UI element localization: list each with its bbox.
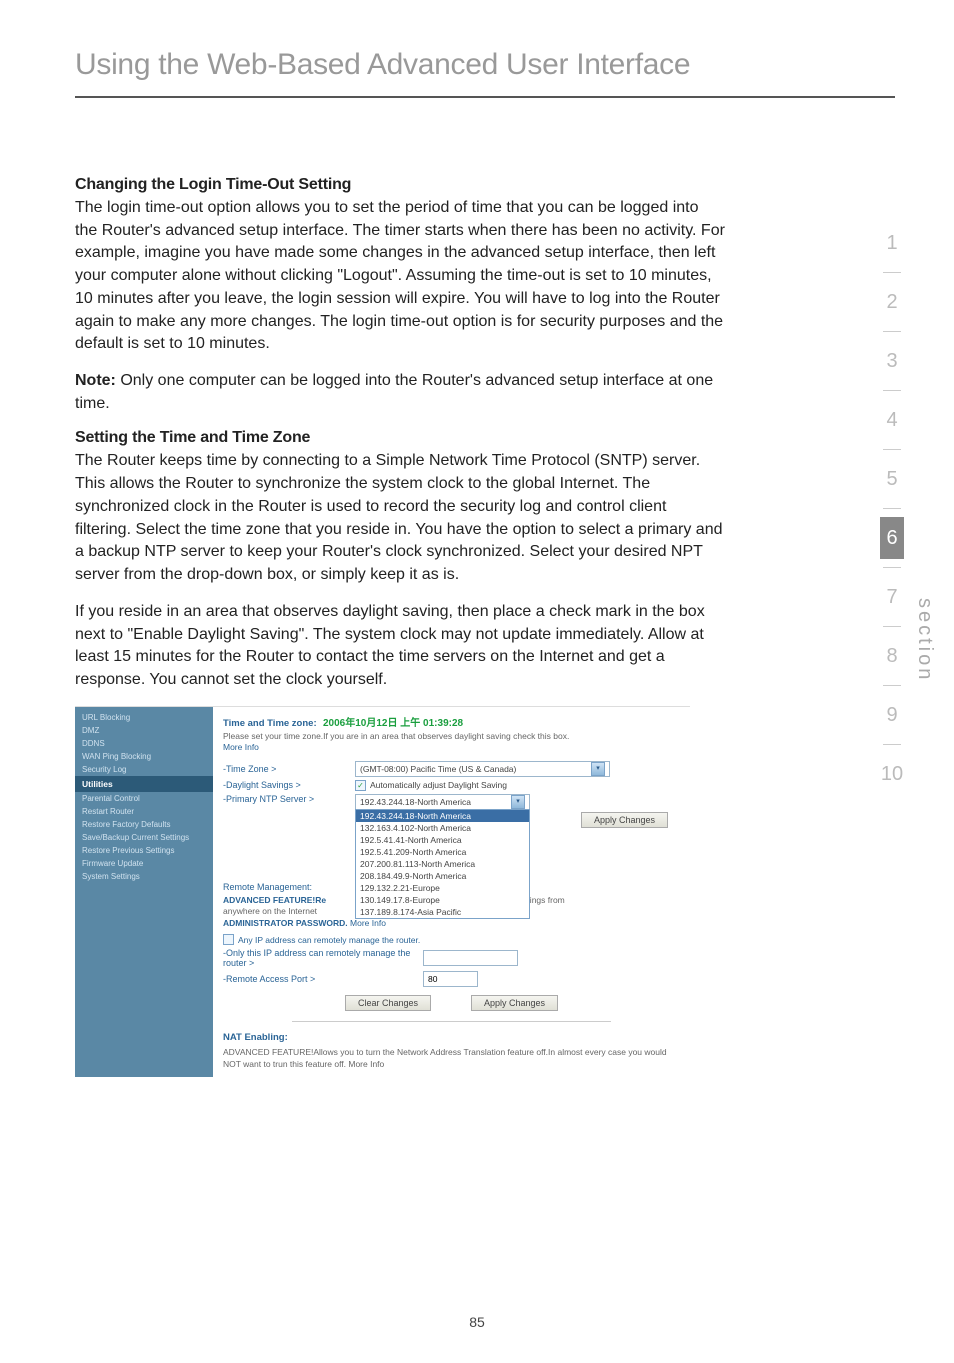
daylight-checkbox[interactable]: ✓ [355,780,366,791]
note: Note: Only one computer can be logged in… [75,370,725,415]
dropdown-option[interactable]: 132.163.4.102-North America [356,822,529,834]
para-login-timeout: The login time-out option allows you to … [75,197,725,356]
section-vertical-label: section [913,598,936,682]
ntp-label: -Primary NTP Server > [223,794,355,804]
any-ip-label: Any IP address can remotely manage the r… [238,935,420,945]
dropdown-option[interactable]: 129.132.2.21-Europe [356,882,529,894]
tab-divider [883,685,901,686]
tab-divider [883,449,901,450]
sidebar-item[interactable]: System Settings [75,870,213,883]
sidebar-item[interactable]: Restore Factory Defaults [75,818,213,831]
sidebar-head-utilities: Utilities [75,776,213,792]
sidebar-item[interactable]: WAN Ping Blocking [75,750,213,763]
section-tab-9[interactable]: 9 [880,694,904,736]
daylight-label: -Daylight Savings > [223,780,355,790]
tab-divider [883,331,901,332]
section-tab-8[interactable]: 8 [880,635,904,677]
remote-port-label: -Remote Access Port > [223,974,423,984]
section-tab-5[interactable]: 5 [880,458,904,500]
dropdown-option[interactable]: 192.5.41.209-North America [356,846,529,858]
tab-divider [883,626,901,627]
router-ui-screenshot: URL Blocking DMZ DDNS WAN Ping Blocking … [75,706,690,1077]
apply-changes-button[interactable]: Apply Changes [581,812,668,828]
section-tab-3[interactable]: 3 [880,340,904,382]
dropdown-option[interactable]: 130.149.17.8-Europe [356,894,529,906]
section-tab-7[interactable]: 7 [880,576,904,618]
tab-divider [883,390,901,391]
remote-port-input[interactable] [423,971,478,987]
page-title: Using the Web-Based Advanced User Interf… [0,0,954,96]
section-tab-6-active[interactable]: 6 [880,517,904,559]
section-tabs: 1 2 3 4 5 6 7 8 9 10 [880,222,904,795]
clear-changes-button[interactable]: Clear Changes [345,995,431,1011]
only-ip-label: -Only this IP address can remotely manag… [223,948,423,968]
sidebar-item[interactable]: Firmware Update [75,857,213,870]
time-desc: Please set your time zone.If you are in … [223,731,680,753]
ntp-selected: 192.43.244.18-North America [360,797,471,807]
para-time-zone-2: If you reside in an area that observes d… [75,601,725,692]
dropdown-option[interactable]: 207.200.81.113-North America [356,858,529,870]
dropdown-option[interactable]: 137.189.8.174-Asia Pacific [356,906,529,918]
apply-changes-button-2[interactable]: Apply Changes [471,995,558,1011]
any-ip-checkbox[interactable]: ✓ [223,934,234,945]
ntp-select[interactable]: 192.43.244.18-North America ▾ [355,794,530,810]
router-sidebar: URL Blocking DMZ DDNS WAN Ping Blocking … [75,707,213,1077]
chevron-down-icon: ▾ [511,795,525,809]
only-ip-input[interactable] [423,950,518,966]
section-tab-4[interactable]: 4 [880,399,904,441]
sidebar-item[interactable]: Restart Router [75,805,213,818]
sidebar-item[interactable]: DDNS [75,737,213,750]
note-text: Only one computer can be logged into the… [75,372,713,412]
section-tab-1[interactable]: 1 [880,222,904,264]
sidebar-item[interactable]: Security Log [75,763,213,776]
note-label: Note: [75,372,116,389]
tab-divider [883,744,901,745]
dropdown-option[interactable]: 192.43.244.18-North America [356,810,529,822]
heading-login-timeout: Changing the Login Time-Out Setting [75,176,725,194]
tab-divider [883,272,901,273]
sidebar-item[interactable]: DMZ [75,724,213,737]
divider [292,1021,612,1022]
sidebar-item[interactable]: Restore Previous Settings [75,844,213,857]
heading-time-zone: Setting the Time and Time Zone [75,429,725,447]
more-info-link-2[interactable]: More Info [350,918,386,928]
nat-text: ADVANCED FEATURE!Allows you to turn the … [223,1047,680,1070]
time-value: 2006年10月12日 上午 01:39:28 [323,718,463,729]
daylight-text: Automatically adjust Daylight Saving [370,780,507,790]
nat-heading: NAT Enabling: [223,1032,680,1043]
tab-divider [883,508,901,509]
timezone-select[interactable]: (GMT-08:00) Pacific Time (US & Canada) ▾ [355,761,610,777]
para-time-zone-1: The Router keeps time by connecting to a… [75,450,725,586]
tab-divider [883,567,901,568]
section-tab-2[interactable]: 2 [880,281,904,323]
admin-pwd-label: ADMINISTRATOR PASSWORD. [223,918,348,928]
sidebar-item[interactable]: URL Blocking [75,711,213,724]
time-title-label: Time and Time zone: [223,718,317,729]
timezone-label: -Time Zone > [223,764,355,774]
sidebar-item[interactable]: Save/Backup Current Settings [75,831,213,844]
sidebar-item[interactable]: Parental Control [75,792,213,805]
more-info-link[interactable]: More Info [223,742,259,752]
section-tab-10[interactable]: 10 [880,753,904,795]
ntp-dropdown-list[interactable]: 192.43.244.18-North America 132.163.4.10… [355,809,530,919]
dropdown-option[interactable]: 208.184.49.9-North America [356,870,529,882]
chevron-down-icon: ▾ [591,762,605,776]
timezone-selected: (GMT-08:00) Pacific Time (US & Canada) [360,764,516,774]
router-main-panel: Time and Time zone: 2006年10月12日 上午 01:39… [213,707,690,1077]
main-content: Changing the Login Time-Out Setting The … [0,98,810,692]
page-number: 85 [0,1314,954,1330]
dropdown-option[interactable]: 192.5.41.41-North America [356,834,529,846]
